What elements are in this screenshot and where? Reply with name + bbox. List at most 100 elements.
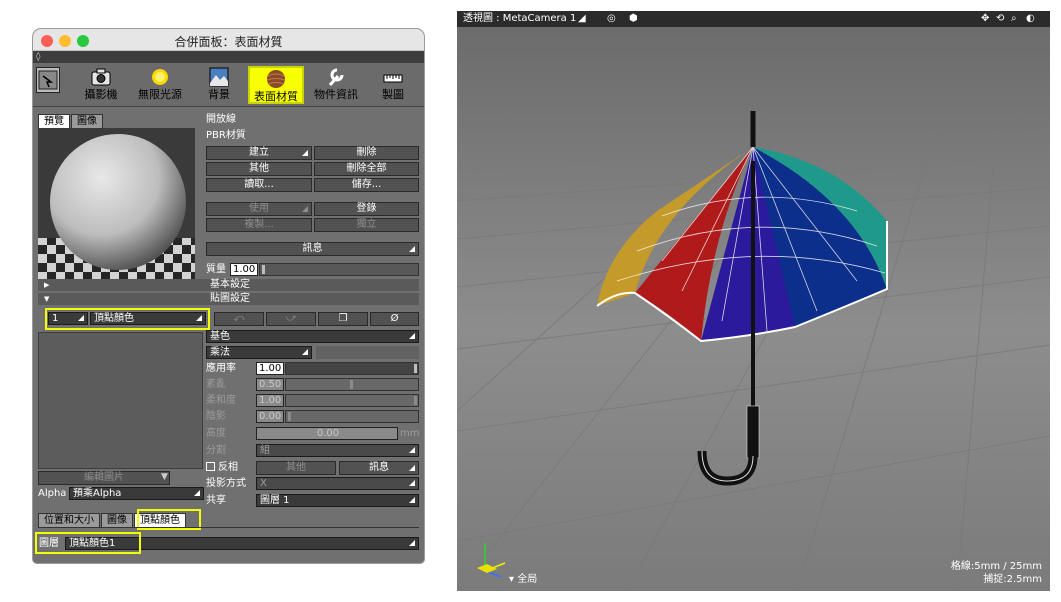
softness-field[interactable]: 1.00: [256, 394, 284, 407]
mass-label: 質量: [206, 264, 226, 275]
highlight-box: [45, 308, 210, 330]
alpha-dropdown[interactable]: 預乘Alpha: [69, 487, 204, 500]
global-mode-toggle[interactable]: ▾ 全局: [509, 574, 537, 586]
window-title: 合併面板：表面材質: [174, 35, 283, 49]
invert-checkbox[interactable]: 反相: [206, 462, 238, 474]
noise-field[interactable]: 0.50: [256, 378, 284, 391]
pointer-tool-icon[interactable]: [36, 67, 60, 93]
shadow-label: 陰影: [206, 411, 226, 422]
camera-settings-icon[interactable]: ◎: [607, 13, 616, 25]
window-titlebar[interactable]: 合併面板：表面材質: [33, 29, 424, 51]
duplicate-button[interactable]: 複製...: [206, 218, 312, 232]
viewport-header-bar: 透視圖 : MetaCamera 1 ◢ ◎ ⬢ ✥ ⟲ ⌕ ◐: [457, 11, 1050, 27]
collapsed-triangle-icon: ▶: [44, 281, 50, 289]
noise-label: 紊亂: [206, 379, 226, 390]
redo-button[interactable]: ⤻: [266, 312, 316, 326]
toolbar-surface-material[interactable]: 表面材質: [248, 66, 304, 104]
independent-button[interactable]: 獨立: [314, 218, 419, 232]
preview-tabs: 預覽 圖像: [38, 114, 104, 128]
height-unit: mm: [400, 428, 420, 439]
mapping-settings-header[interactable]: ▼ 貼圖設定: [38, 293, 419, 305]
apply-rate-label: 應用率: [206, 363, 236, 374]
undo-button[interactable]: ⤺: [214, 312, 264, 326]
softness-slider[interactable]: [285, 394, 419, 407]
shadow-slider[interactable]: [285, 410, 419, 423]
mass-field[interactable]: 1.00: [230, 263, 258, 276]
height-field[interactable]: 0.00: [256, 427, 398, 440]
panel-toolbar: 攝影機 無限光源 背景 表面材質 物件資訊 製圖: [33, 63, 424, 107]
tab-map-image[interactable]: 圖像: [101, 513, 133, 527]
camera-icon: [91, 68, 111, 86]
toolbar-infinite-light[interactable]: 無限光源: [133, 66, 187, 104]
tab-preview[interactable]: 預覽: [38, 114, 70, 128]
shading-icon[interactable]: ⬢: [629, 13, 638, 25]
basic-settings-header[interactable]: ▶ 基本設定: [38, 279, 419, 291]
split-label: 分割: [206, 445, 226, 456]
fit-view-icon[interactable]: ◐: [1026, 13, 1035, 25]
pan-icon[interactable]: ✥: [981, 13, 989, 25]
material-sphere-icon: [266, 70, 286, 88]
umbrella-grip: [746, 405, 760, 459]
register-button[interactable]: 登錄: [314, 202, 419, 216]
checkbox-icon: [206, 462, 215, 471]
apply-rate-slider[interactable]: [285, 362, 419, 375]
tab-divider: [38, 527, 419, 528]
toolbar-object-info[interactable]: 物件資訊: [309, 66, 363, 104]
material-preview: [38, 128, 195, 284]
copy-layer-button[interactable]: ❐: [318, 312, 368, 326]
clear-layer-button[interactable]: Ø: [370, 312, 419, 326]
load-button[interactable]: 讀取...: [206, 178, 312, 192]
pin-icon[interactable]: ◊: [33, 51, 424, 63]
message-button[interactable]: 訊息: [206, 242, 419, 256]
blend-extra: [316, 346, 419, 359]
snap-spacing-text: 捕捉:2.5mm: [983, 574, 1042, 585]
projection-dropdown[interactable]: X: [256, 477, 419, 490]
toolbar-camera[interactable]: 攝影機: [81, 66, 121, 104]
viewport-scene: [457, 111, 1050, 591]
noise-slider[interactable]: [285, 378, 419, 391]
height-label: 高度: [206, 428, 226, 439]
share-label: 共享: [206, 495, 226, 506]
landscape-icon: [209, 67, 229, 87]
zoom-icon[interactable]: ⌕: [1011, 13, 1017, 25]
delete-button[interactable]: 刪除: [314, 146, 419, 160]
umbrella-handle: [697, 450, 758, 486]
wrench-icon: [328, 68, 344, 86]
edit-image-menu-icon: ▼: [161, 472, 168, 482]
apply-rate-field[interactable]: 1.00: [256, 362, 284, 375]
softness-label: 柔和度: [206, 395, 236, 406]
map-message-button[interactable]: 訊息: [339, 461, 419, 475]
perspective-viewport[interactable]: 透視圖 : MetaCamera 1 ◢ ◎ ⬢ ✥ ⟲ ⌕ ◐ ▾ 全局 格線…: [457, 11, 1050, 591]
alpha-label: Alpha: [38, 488, 67, 499]
share-dropdown[interactable]: 圖層 1: [256, 494, 419, 507]
invert-other-button[interactable]: 其他: [256, 461, 336, 475]
projection-label: 投影方式: [206, 478, 246, 489]
merged-panel-window: 合併面板：表面材質 ◊ 攝影機 無限光源 背景 表面材質 物件資訊 製圖 預覽 …: [33, 29, 424, 563]
blend-mode-dropdown[interactable]: 乘法: [206, 346, 312, 359]
grid-spacing-text: 格線:5mm / 25mm: [950, 561, 1042, 572]
save-button[interactable]: 儲存...: [314, 178, 419, 192]
toolbar-drafting[interactable]: 製圖: [373, 66, 413, 104]
viewport-title[interactable]: 透視圖 : MetaCamera 1: [463, 13, 576, 25]
toolbar-background[interactable]: 背景: [199, 66, 239, 104]
delete-all-button[interactable]: 刪除全部: [314, 162, 419, 176]
material-name: 開放線: [206, 114, 236, 125]
ruler-icon: [383, 74, 403, 83]
map-image-preview: [38, 332, 203, 469]
map-attribute-dropdown[interactable]: 基色: [206, 330, 419, 343]
sun-icon: [152, 69, 168, 85]
expanded-triangle-icon: ▼: [44, 295, 50, 303]
rotate-icon[interactable]: ⟲: [996, 13, 1004, 25]
tab-position-size[interactable]: 位置和大小: [38, 513, 100, 527]
create-button[interactable]: 建立: [206, 146, 312, 160]
other-button[interactable]: 其他: [206, 162, 312, 176]
use-button[interactable]: 使用: [206, 202, 312, 216]
tab-image[interactable]: 圖像: [71, 114, 103, 128]
view-menu-icon[interactable]: ◢: [578, 13, 586, 25]
split-dropdown[interactable]: 組: [256, 444, 419, 457]
mass-slider[interactable]: [259, 263, 419, 276]
shadow-field[interactable]: 0.00: [256, 410, 284, 423]
edit-image-button[interactable]: 編輯圖片: [38, 471, 170, 485]
material-type: PBR材質: [206, 130, 246, 141]
highlight-box: [35, 532, 141, 554]
